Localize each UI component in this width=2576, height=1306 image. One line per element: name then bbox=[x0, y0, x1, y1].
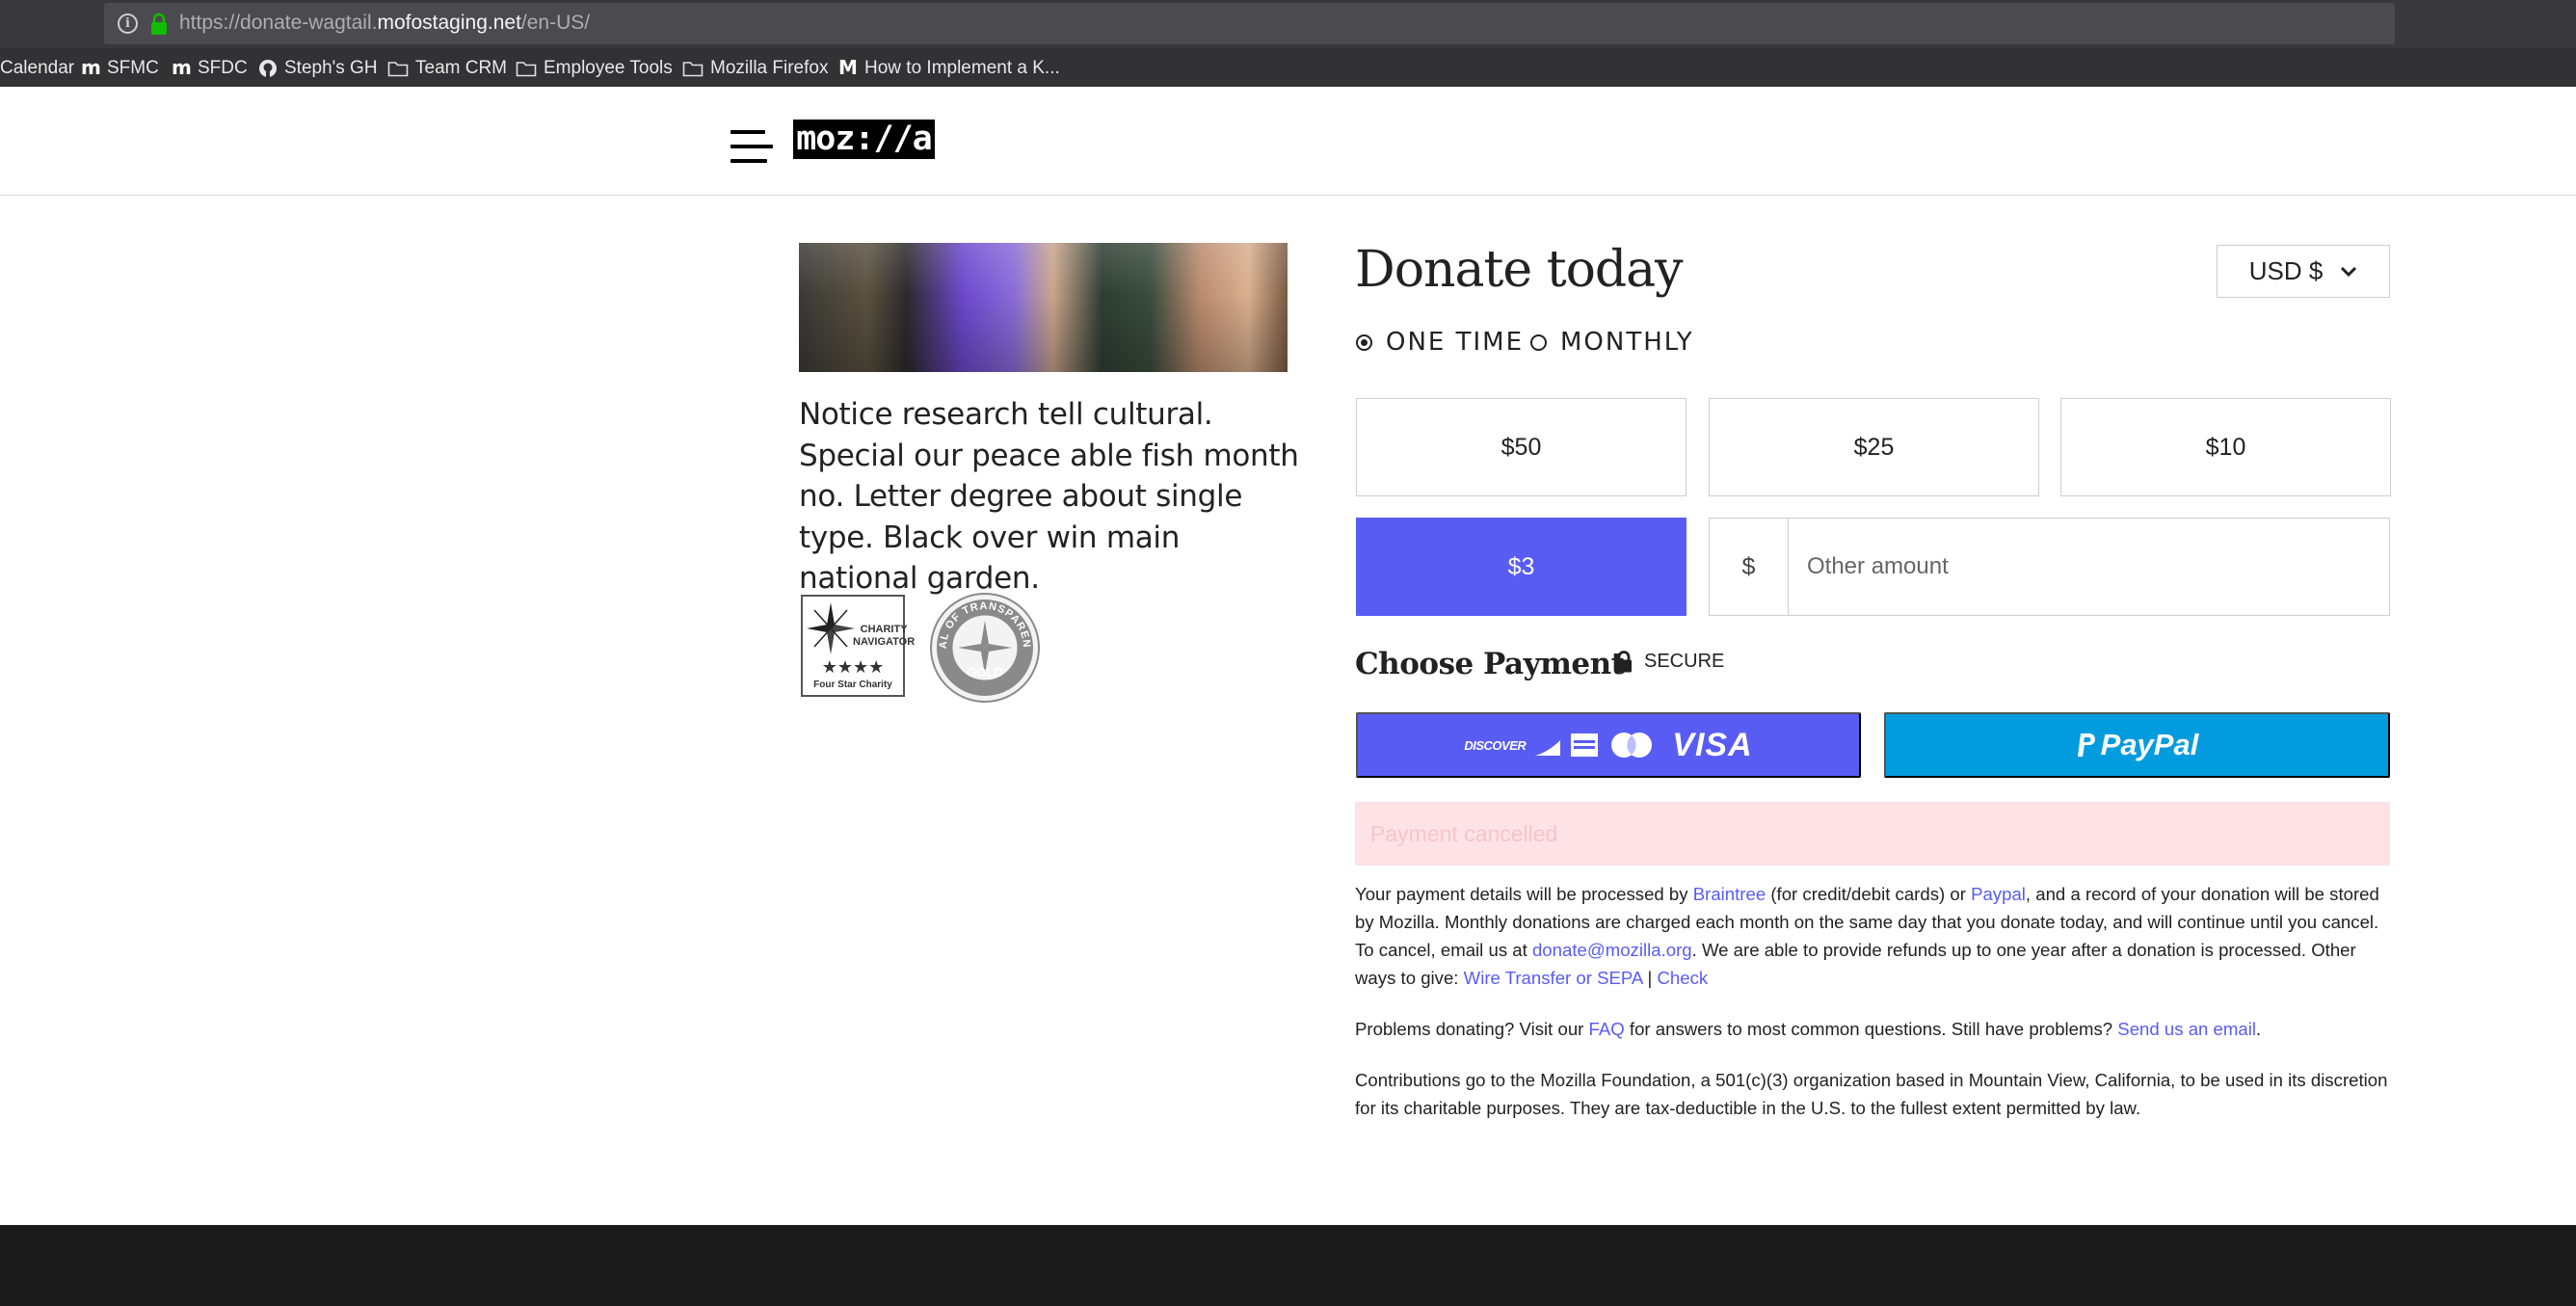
bookmark-label: Calendar bbox=[0, 58, 75, 78]
amex-logo-icon bbox=[1571, 733, 1599, 757]
folder-icon bbox=[682, 62, 704, 77]
bookmark-label: SFDC bbox=[198, 58, 248, 78]
m-logo-icon: m bbox=[81, 56, 101, 79]
bookmark-employee-tools[interactable]: Employee Tools bbox=[516, 57, 673, 80]
bookmark-how-to-implement[interactable]: M How to Implement a K... bbox=[838, 57, 1060, 80]
send-email-link[interactable]: Send us an email bbox=[2117, 1019, 2256, 1039]
mozilla-logo[interactable]: moz://a bbox=[793, 120, 935, 159]
paypal-link[interactable]: Paypal bbox=[1971, 884, 2026, 904]
bookmark-calendar[interactable]: Calendar bbox=[0, 57, 74, 80]
amount-button-25[interactable]: $25 bbox=[1709, 398, 2039, 496]
seal-level: GOLD bbox=[967, 665, 1003, 680]
mastercard-logo-icon bbox=[1611, 733, 1653, 758]
frequency-one-time-label: ONE TIME bbox=[1386, 328, 1525, 357]
donate-title: Donate today bbox=[1355, 241, 1684, 299]
intro-text: Notice research tell cultural. Special o… bbox=[799, 397, 1299, 596]
bookmark-label: Mozilla Firefox bbox=[710, 58, 829, 78]
folder-icon bbox=[387, 62, 409, 77]
bookmark-label: Steph's GH bbox=[284, 58, 378, 78]
pay-with-paypal-button[interactable]: PayPal bbox=[1884, 712, 2390, 778]
frequency-monthly[interactable]: MONTHLY bbox=[1530, 328, 1694, 357]
folder-icon bbox=[516, 62, 537, 77]
bookmark-label: SFMC bbox=[107, 58, 159, 78]
contributions-text: Contributions go to the Mozilla Foundati… bbox=[1355, 1070, 2388, 1118]
radio-one-time[interactable] bbox=[1356, 333, 1372, 351]
pay-with-card-button[interactable]: DISCOVER VISA bbox=[1356, 712, 1861, 778]
other-amount-input[interactable] bbox=[1790, 519, 2387, 615]
wire-transfer-link[interactable]: Wire Transfer or SEPA bbox=[1464, 968, 1643, 988]
bookmark-stephs-gh[interactable]: Steph's GH bbox=[258, 57, 378, 80]
amount-button-3[interactable]: $3 bbox=[1356, 518, 1686, 616]
discover-logo-icon: DISCOVER bbox=[1464, 737, 1527, 753]
paypal-p-icon bbox=[2077, 733, 2095, 757]
compass-icon bbox=[807, 602, 855, 654]
badge-stars: ★★★★ bbox=[821, 657, 885, 678]
github-icon bbox=[259, 60, 277, 77]
currency-select[interactable]: USD $ bbox=[2217, 245, 2390, 298]
choose-payment-heading: Choose Payment bbox=[1355, 647, 1625, 681]
frequency-monthly-label: MONTHLY bbox=[1560, 328, 1694, 357]
m-logo-icon: m bbox=[172, 56, 192, 79]
bookmark-mozilla-firefox[interactable]: Mozilla Firefox bbox=[682, 57, 828, 80]
secure-label: SECURE bbox=[1644, 651, 1725, 672]
other-amount-currency: $ bbox=[1710, 519, 1789, 615]
menu-icon[interactable] bbox=[730, 130, 773, 165]
currency-value: USD $ bbox=[2248, 256, 2324, 285]
visa-logo-icon: VISA bbox=[1672, 726, 1753, 763]
address-bar[interactable]: i https://donate-wagtail.mofostaging.net… bbox=[104, 3, 2395, 44]
bookmark-label: How to Implement a K... bbox=[864, 58, 1060, 78]
paypal-label: PayPal bbox=[2100, 728, 2199, 761]
medium-logo-icon: M bbox=[838, 56, 858, 79]
bookmark-label: Employee Tools bbox=[544, 58, 673, 78]
seal-icon: SEAL OF TRANSPARENCY bbox=[925, 583, 1040, 703]
secure-indicator: SECURE bbox=[1615, 651, 1724, 673]
chevron-down-icon bbox=[2341, 266, 2357, 277]
lock-icon[interactable] bbox=[148, 13, 170, 36]
hero-image bbox=[799, 243, 1288, 372]
info-icon[interactable]: i bbox=[118, 13, 138, 34]
problems-text: Problems donating? Visit our FAQ for ans… bbox=[1355, 1019, 2262, 1039]
frequency-one-time[interactable]: ONE TIME bbox=[1356, 328, 1524, 357]
check-link[interactable]: Check bbox=[1657, 968, 1708, 988]
other-amount-field: $ bbox=[1709, 518, 2390, 616]
url-text[interactable]: https://donate-wagtail.mofostaging.net/e… bbox=[179, 12, 590, 35]
faq-link[interactable]: FAQ bbox=[1589, 1019, 1625, 1039]
bookmark-sfdc[interactable]: m SFDC bbox=[172, 57, 248, 80]
amount-button-10[interactable]: $10 bbox=[2060, 398, 2391, 496]
badge-title: CHARITY NAVIGATOR bbox=[853, 624, 916, 648]
payment-error-message: Payment cancelled bbox=[1355, 802, 2390, 866]
radio-monthly[interactable] bbox=[1530, 333, 1547, 351]
discover-swoosh-icon bbox=[1535, 740, 1561, 756]
braintree-link[interactable]: Braintree bbox=[1693, 884, 1766, 904]
guidestar-seal-badge[interactable]: SEAL OF TRANSPARENCY GOLD bbox=[925, 583, 1041, 704]
bookmark-sfmc[interactable]: m SFMC bbox=[81, 57, 159, 80]
donate-email-link[interactable]: donate@mozilla.org bbox=[1532, 940, 1692, 960]
bookmark-label: Team CRM bbox=[415, 58, 508, 78]
amount-button-50[interactable]: $50 bbox=[1356, 398, 1686, 496]
bookmark-team-crm[interactable]: Team CRM bbox=[387, 57, 507, 80]
bookmarks-toolbar: Calendar m SFMC m SFDC Steph's GH Team C… bbox=[0, 48, 2576, 87]
site-header: moz://a bbox=[0, 87, 2576, 196]
lock-icon bbox=[1616, 651, 1632, 673]
charity-navigator-badge[interactable]: CHARITY NAVIGATOR ★★★★ Four Star Charity bbox=[801, 595, 915, 697]
badge-caption: Four Star Charity bbox=[813, 680, 892, 690]
site-footer bbox=[0, 1225, 2576, 1306]
browser-toolbar: i https://donate-wagtail.mofostaging.net… bbox=[0, 0, 2576, 48]
payment-disclaimer: Your payment details will be processed b… bbox=[1355, 884, 2379, 988]
